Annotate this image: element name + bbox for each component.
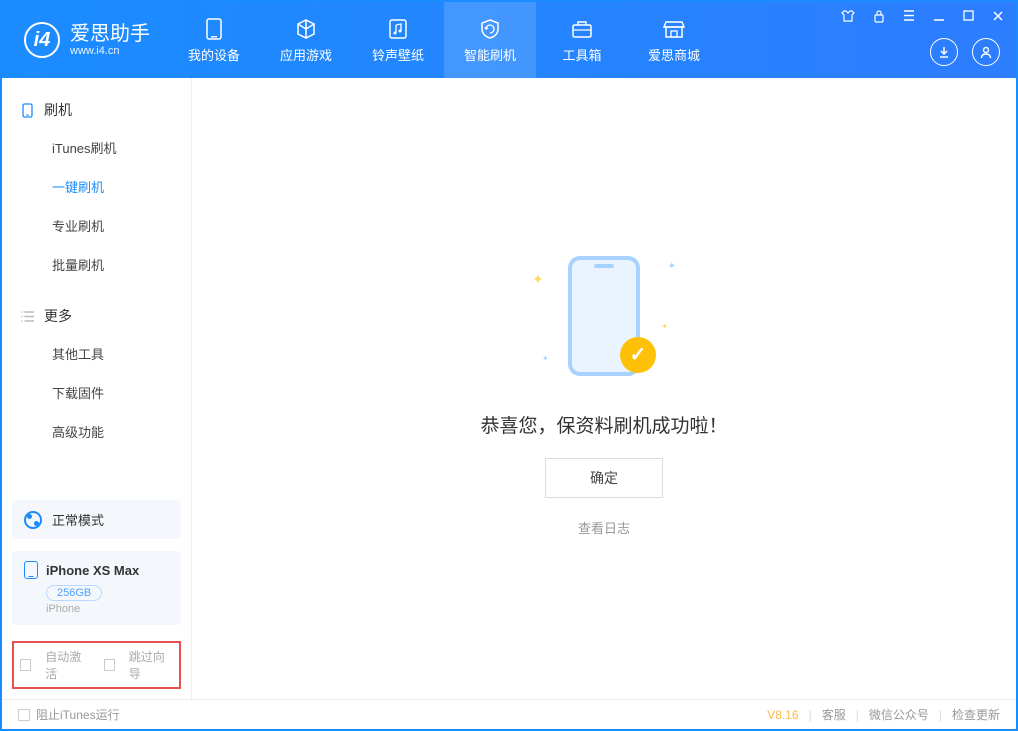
device-phone-icon <box>24 561 38 579</box>
nav-tab-apps[interactable]: 应用游戏 <box>260 2 352 78</box>
close-button[interactable] <box>988 8 1008 25</box>
nav-label: 我的设备 <box>188 45 240 64</box>
mode-icon <box>24 511 42 529</box>
device-name: iPhone XS Max <box>46 563 139 578</box>
device-box[interactable]: iPhone XS Max 256GB iPhone <box>12 551 181 625</box>
toolbox-icon <box>570 17 594 41</box>
section-title: 刷机 <box>44 100 72 120</box>
sidebar-item-download-fw[interactable]: 下载固件 <box>2 373 191 412</box>
mode-box[interactable]: 正常模式 <box>12 500 181 539</box>
skip-guide-label: 跳过向导 <box>129 648 173 682</box>
nav-label: 铃声壁纸 <box>372 45 424 64</box>
nav-tabs: 我的设备 应用游戏 铃声壁纸 智能刷机 工具箱 爱思商城 <box>168 2 720 78</box>
phone-small-icon <box>20 103 34 117</box>
separator: | <box>809 708 812 722</box>
logo-area: i4 爱思助手 www.i4.cn <box>2 22 168 58</box>
version-label: V8.16 <box>767 708 798 722</box>
nav-label: 爱思商城 <box>648 45 700 64</box>
main-content: ✦ ✦ ✦ ✦ ✓ 恭喜您，保资料刷机成功啦！ 确定 查看日志 <box>192 78 1016 699</box>
sidebar-section-flash: 刷机 <box>2 92 191 128</box>
music-icon <box>386 17 410 41</box>
service-link[interactable]: 客服 <box>822 706 846 723</box>
update-link[interactable]: 检查更新 <box>952 706 1000 723</box>
separator: | <box>939 708 942 722</box>
block-itunes-label: 阻止iTunes运行 <box>36 706 120 723</box>
sidebar-item-advanced[interactable]: 高级功能 <box>2 412 191 451</box>
menu-icon[interactable] <box>899 8 919 25</box>
cube-icon <box>294 17 318 41</box>
options-row: 自动激活 跳过向导 <box>12 641 181 689</box>
nav-tab-store[interactable]: 爱思商城 <box>628 2 720 78</box>
sidebar-section-more: 更多 <box>2 298 191 334</box>
lock-icon[interactable] <box>869 8 889 25</box>
auto-activate-label: 自动激活 <box>45 648 89 682</box>
success-message: 恭喜您，保资料刷机成功啦！ <box>480 411 727 438</box>
separator: | <box>856 708 859 722</box>
footer: 阻止iTunes运行 V8.16 | 客服 | 微信公众号 | 检查更新 <box>2 699 1016 729</box>
device-icon <box>202 17 226 41</box>
sparkle-icon: ✦ <box>661 322 668 331</box>
nav-tab-device[interactable]: 我的设备 <box>168 2 260 78</box>
success-illustration: ✦ ✦ ✦ ✦ ✓ <box>504 241 704 391</box>
view-log-link[interactable]: 查看日志 <box>578 518 630 537</box>
wechat-link[interactable]: 微信公众号 <box>869 706 929 723</box>
device-type: iPhone <box>46 603 169 615</box>
maximize-button[interactable] <box>959 8 978 25</box>
nav-tab-ringtone[interactable]: 铃声壁纸 <box>352 2 444 78</box>
checkmark-badge-icon: ✓ <box>620 337 656 373</box>
sidebar-item-itunes-flash[interactable]: iTunes刷机 <box>2 128 191 167</box>
block-itunes-checkbox[interactable] <box>18 709 30 721</box>
sparkle-icon: ✦ <box>668 261 676 272</box>
mode-label: 正常模式 <box>52 510 104 529</box>
storage-badge: 256GB <box>46 585 102 601</box>
nav-label: 工具箱 <box>562 45 601 64</box>
sparkle-icon: ✦ <box>542 354 549 363</box>
nav-tab-toolbox[interactable]: 工具箱 <box>536 2 628 78</box>
window-controls <box>837 8 1008 25</box>
nav-label: 应用游戏 <box>280 45 332 64</box>
list-icon <box>20 309 34 323</box>
section-title: 更多 <box>44 306 72 326</box>
sidebar-item-pro-flash[interactable]: 专业刷机 <box>2 206 191 245</box>
sparkle-icon: ✦ <box>532 271 544 288</box>
sidebar-item-batch-flash[interactable]: 批量刷机 <box>2 245 191 284</box>
app-url: www.i4.cn <box>70 45 150 57</box>
app-header: i4 爱思助手 www.i4.cn 我的设备 应用游戏 铃声壁纸 智能刷机 工具… <box>2 2 1016 78</box>
refresh-shield-icon <box>478 17 502 41</box>
sidebar-item-other-tools[interactable]: 其他工具 <box>2 334 191 373</box>
nav-label: 智能刷机 <box>464 45 516 64</box>
shirt-icon[interactable] <box>837 8 859 25</box>
sidebar-item-oneclick-flash[interactable]: 一键刷机 <box>2 167 191 206</box>
header-actions <box>930 38 1000 66</box>
app-name: 爱思助手 <box>70 23 150 45</box>
auto-activate-checkbox[interactable] <box>20 659 31 671</box>
nav-tab-flash[interactable]: 智能刷机 <box>444 2 536 78</box>
user-button[interactable] <box>972 38 1000 66</box>
confirm-button[interactable]: 确定 <box>545 458 663 498</box>
download-button[interactable] <box>930 38 958 66</box>
minimize-button[interactable] <box>929 8 949 25</box>
store-icon <box>662 17 686 41</box>
sidebar: 刷机 iTunes刷机 一键刷机 专业刷机 批量刷机 更多 其他工具 下载固件 … <box>2 78 192 699</box>
skip-guide-checkbox[interactable] <box>104 659 115 671</box>
logo-icon: i4 <box>24 22 60 58</box>
